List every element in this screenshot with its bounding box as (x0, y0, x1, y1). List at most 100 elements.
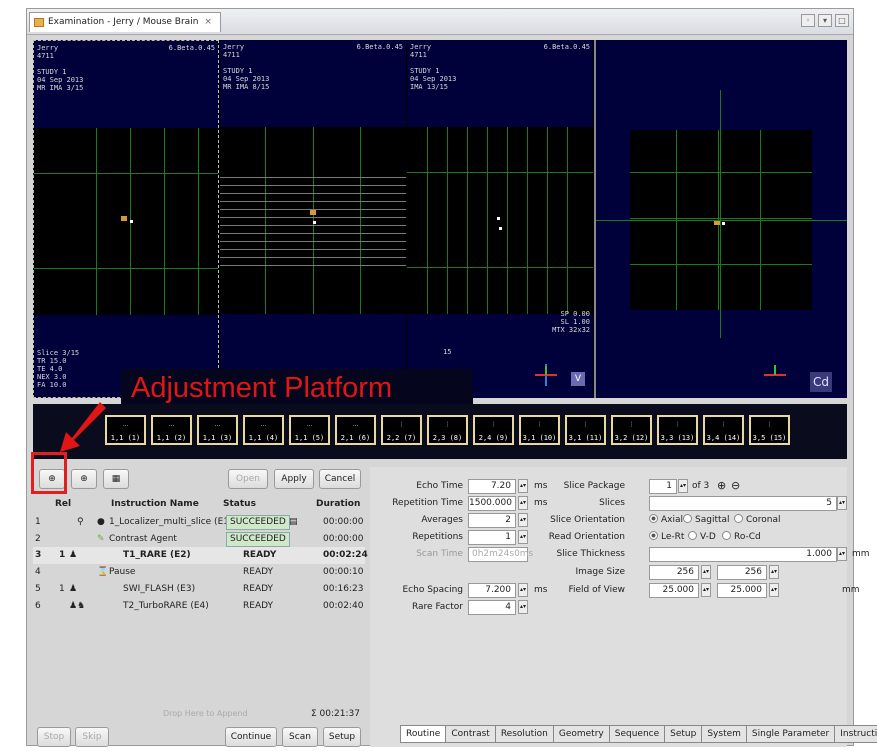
thumbnail-item[interactable]: ⋮ 2,3 (8) (427, 415, 468, 445)
view-badge: Cd (810, 372, 832, 392)
thumbnail-item[interactable]: ... 1,1 (2) (151, 415, 192, 445)
table-row[interactable]: 5 1 ♟ SWI_FLASH (E3) READY 00:16:23 (33, 581, 365, 598)
thumbnail-marker: ⋮ (444, 421, 451, 428)
repetition-time-stepper[interactable]: ▴▾ (518, 496, 528, 510)
tab-resolution[interactable]: Resolution (495, 725, 554, 743)
mri-image (220, 127, 406, 314)
thumbnail-item[interactable]: ... 1,1 (5) (289, 415, 330, 445)
column-rel[interactable]: Rel (55, 499, 71, 509)
remove-package-icon[interactable]: ⊖ (731, 479, 740, 492)
orientation-axial-radio[interactable]: Axial (649, 514, 683, 525)
grid-icon: ▦ (111, 474, 121, 484)
tab-contrast[interactable]: Contrast (446, 725, 496, 743)
slice-thickness-stepper[interactable]: ▴▾ (837, 547, 847, 561)
menu-button[interactable]: ▾ (818, 14, 832, 27)
column-duration[interactable]: Duration (316, 499, 360, 509)
repetition-time-input[interactable]: 1500.000 (468, 496, 516, 511)
image-size-y-stepper[interactable]: ▴▾ (769, 565, 779, 579)
thumbnail-item[interactable]: ... 2,1 (6) (335, 415, 376, 445)
repetitions-stepper[interactable]: ▴▾ (518, 530, 528, 544)
table-row[interactable]: 3 1 ♟ T1_RARE (E2) READY 00:02:24 (33, 547, 368, 564)
slice-package-stepper[interactable]: ▴▾ (678, 479, 688, 493)
orientation-coronal-radio[interactable]: Coronal (734, 514, 781, 525)
read-lert-radio[interactable]: Le-Rt (649, 531, 684, 542)
tab-instruction[interactable]: Instruction (835, 725, 877, 743)
thumbnail-label: 3,1 (11) (568, 434, 603, 442)
thumbnail-item[interactable]: ⋮ 3,5 (15) (749, 415, 790, 445)
tab-routine[interactable]: Routine (400, 725, 447, 743)
thumbnail-item[interactable]: ⋮ 2,2 (7) (381, 415, 422, 445)
fov-y-input[interactable]: 25.000 (717, 583, 767, 598)
viewport-4[interactable]: Cd (594, 40, 847, 398)
echo-spacing-input[interactable]: 7.200 (468, 583, 516, 598)
image-size-x-stepper[interactable]: ▴▾ (701, 565, 711, 579)
image-size-y-input[interactable]: 256 (717, 565, 767, 580)
thumbnail-marker: ... (352, 421, 359, 428)
averages-input[interactable]: 2 (468, 513, 516, 528)
echo-spacing-stepper[interactable]: ▴▾ (518, 583, 528, 597)
fov-y-stepper[interactable]: ▴▾ (769, 583, 779, 597)
repetitions-input[interactable]: 1 (468, 530, 516, 545)
table-row[interactable]: 4 ⌛ Pause READY 00:00:10 (33, 564, 365, 581)
version-overlay: 6.Beta.0.45 (168, 44, 215, 52)
read-vd-radio[interactable]: V-D (688, 531, 716, 542)
thumbnail-item[interactable]: ⋮ 3,4 (14) (703, 415, 744, 445)
slices-stepper[interactable]: ▴▾ (837, 496, 847, 510)
open-button[interactable]: Open (228, 469, 268, 489)
echo-time-stepper[interactable]: ▴▾ (518, 479, 528, 493)
thumbnail-label: 3,5 (15) (752, 434, 787, 442)
thumbnail-item[interactable]: ⋮ 2,4 (9) (473, 415, 514, 445)
apply-button[interactable]: Apply (274, 469, 314, 489)
thumbnail-item[interactable]: ⋮ 3,1 (10) (519, 415, 560, 445)
examination-tab[interactable]: Examination - Jerry / Mouse Brain × (29, 12, 221, 32)
rare-factor-input[interactable]: 4 (468, 600, 516, 615)
fov-x-input[interactable]: 25.000 (649, 583, 699, 598)
close-tab-icon[interactable]: × (204, 17, 212, 27)
annotation-label: Adjustment Platform (131, 372, 393, 404)
orientation-sagittal-radio[interactable]: Sagittal (683, 514, 730, 525)
tab-sequence[interactable]: Sequence (609, 725, 666, 743)
add-package-icon[interactable]: ⊕ (717, 479, 726, 492)
tab-system[interactable]: System (702, 725, 747, 743)
thumbnail-item[interactable]: ... 1,1 (3) (197, 415, 238, 445)
drop-hint[interactable]: Drop Here to Append (163, 709, 248, 718)
echo-time-input[interactable]: 7.20 (468, 479, 516, 494)
thumbnail-label: 3,3 (13) (660, 434, 695, 442)
averages-stepper[interactable]: ▴▾ (518, 513, 528, 527)
viewport-2[interactable]: Jerry 4711 STUDY 1 04 Sep 2013 MR IMA 8/… (220, 40, 406, 398)
cancel-button[interactable]: Cancel (319, 469, 361, 489)
minimize-button[interactable]: ◦ (801, 14, 815, 27)
skip-button[interactable]: Skip (75, 727, 109, 747)
slices-input[interactable]: 5 (649, 496, 837, 511)
grid-view-button[interactable]: ▦ (103, 469, 129, 489)
read-rocd-radio[interactable]: Ro-Cd (722, 531, 761, 542)
table-row[interactable]: 1 ⚲ ● 1_Localizer_multi_slice (E1) SUCCE… (33, 514, 365, 531)
viewport-1[interactable]: Jerry 4711 STUDY 1 04 Sep 2013 MR IMA 3/… (33, 40, 219, 398)
thumbnail-item[interactable]: ⋮ 3,1 (11) (565, 415, 606, 445)
report-icon[interactable]: ▤ (289, 517, 298, 527)
image-size-x-input[interactable]: 256 (649, 565, 699, 580)
thumbnail-item[interactable]: ⋮ 3,2 (12) (611, 415, 652, 445)
thumbnail-item[interactable]: ... 1,1 (1) (105, 415, 146, 445)
maximize-button[interactable]: □ (835, 14, 849, 27)
slice-package-input[interactable]: 1 (649, 479, 677, 494)
slice-thickness-input[interactable]: 1.000 (649, 547, 837, 562)
stop-button[interactable]: Stop (37, 727, 71, 747)
tab-geometry[interactable]: Geometry (553, 725, 610, 743)
image-viewer[interactable]: Jerry 4711 STUDY 1 04 Sep 2013 MR IMA 3/… (33, 40, 847, 421)
tab-setup[interactable]: Setup (665, 725, 703, 743)
viewport-3[interactable]: Jerry 4711 STUDY 1 04 Sep 2013 IMA 13/15… (407, 40, 593, 398)
add-instruction-button[interactable]: ⊕ (71, 469, 97, 489)
setup-button[interactable]: Setup (323, 727, 361, 747)
table-row[interactable]: 6 ♟♞ T2_TurboRARE (E4) READY 00:02:40 (33, 598, 365, 615)
fov-x-stepper[interactable]: ▴▾ (701, 583, 711, 597)
continue-button[interactable]: Continue (225, 727, 277, 747)
column-status[interactable]: Status (223, 499, 256, 509)
table-row[interactable]: 2 ✎ Contrast Agent SUCCEEDED 00:00:00 (33, 531, 365, 548)
rare-factor-stepper[interactable]: ▴▾ (518, 600, 528, 614)
thumbnail-item[interactable]: ⋮ 3,3 (13) (657, 415, 698, 445)
thumbnail-item[interactable]: ... 1,1 (4) (243, 415, 284, 445)
scan-button[interactable]: Scan (282, 727, 318, 747)
column-instruction-name[interactable]: Instruction Name (111, 499, 199, 509)
tab-single-parameter[interactable]: Single Parameter (746, 725, 836, 743)
